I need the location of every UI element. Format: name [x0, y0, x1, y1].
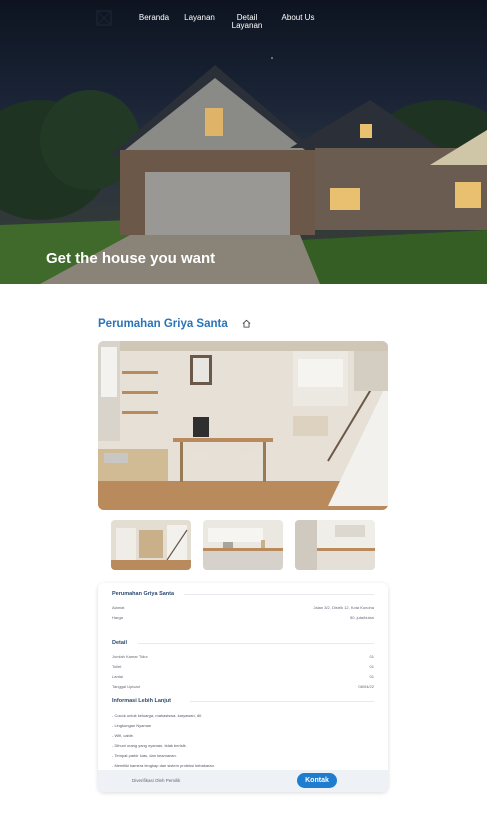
divider — [138, 643, 374, 644]
nav-detail-layanan[interactable]: Detail Layanan — [229, 14, 265, 30]
nav-layanan[interactable]: Layanan — [182, 14, 217, 22]
info-heading: Informasi Lebih Lanjut — [112, 698, 171, 704]
card-title: Perumahan Griya Santa — [112, 591, 175, 597]
hero-house-image — [0, 57, 487, 284]
address-label: Alamat — [112, 605, 125, 610]
detail-heading: Detail — [112, 640, 127, 646]
verified-text: Diverifikasi Oleh Pemilik — [132, 778, 181, 783]
detail-value: 01 — [369, 664, 374, 669]
contact-button[interactable]: Kontak — [297, 773, 337, 788]
detail-label: Toilet — [112, 664, 122, 669]
nav-about-us[interactable]: About Us — [278, 14, 318, 22]
info-item: - Memiliki kamera lengkap dan sistem pro… — [112, 763, 215, 768]
home-icon — [242, 319, 251, 328]
card-footer: Diverifikasi Oleh Pemilik Kontak — [98, 770, 388, 792]
detail-label: Tanggal Upload — [112, 684, 140, 689]
info-item: - Wifi, cable. — [112, 733, 135, 738]
address-value: Jalan 3/2, Distrik 12, Kota Konoha — [313, 605, 374, 610]
thumbnail-2[interactable] — [203, 520, 283, 570]
property-title: Perumahan Griya Santa — [98, 318, 228, 330]
hero-banner: Beranda Layanan Detail Layanan About Us … — [0, 0, 487, 284]
detail-value: 01 — [369, 654, 374, 659]
detail-value: 08/04/22 — [358, 684, 374, 689]
detail-label: Jumlah Kamar Tidur — [112, 654, 148, 659]
nav-beranda[interactable]: Beranda — [137, 14, 171, 22]
property-detail-card: Perumahan Griya Santa Alamat Jalan 3/2, … — [98, 583, 388, 792]
main-property-image[interactable] — [98, 341, 388, 510]
price-label: Harga — [112, 615, 123, 620]
info-item: - Cocok untuk keluarga, mahasiswa, karya… — [112, 713, 203, 718]
info-item: - Tempat parkir luas, dan keamanan. — [112, 753, 177, 758]
info-item: - Dihuni orang yang nyaman, tidak berisi… — [112, 743, 187, 748]
price-value: 50. juta/bulan — [349, 615, 374, 620]
divider — [184, 594, 374, 595]
detail-value: 01 — [369, 674, 374, 679]
hero-title: Get the house you want — [46, 250, 216, 267]
detail-label: Lantai — [112, 674, 123, 679]
divider — [190, 701, 374, 702]
logo-icon[interactable] — [96, 10, 112, 26]
thumbnail-1[interactable] — [111, 520, 191, 570]
info-item: - Lingkungan Nyaman — [112, 723, 152, 728]
thumbnail-3[interactable] — [295, 520, 375, 570]
